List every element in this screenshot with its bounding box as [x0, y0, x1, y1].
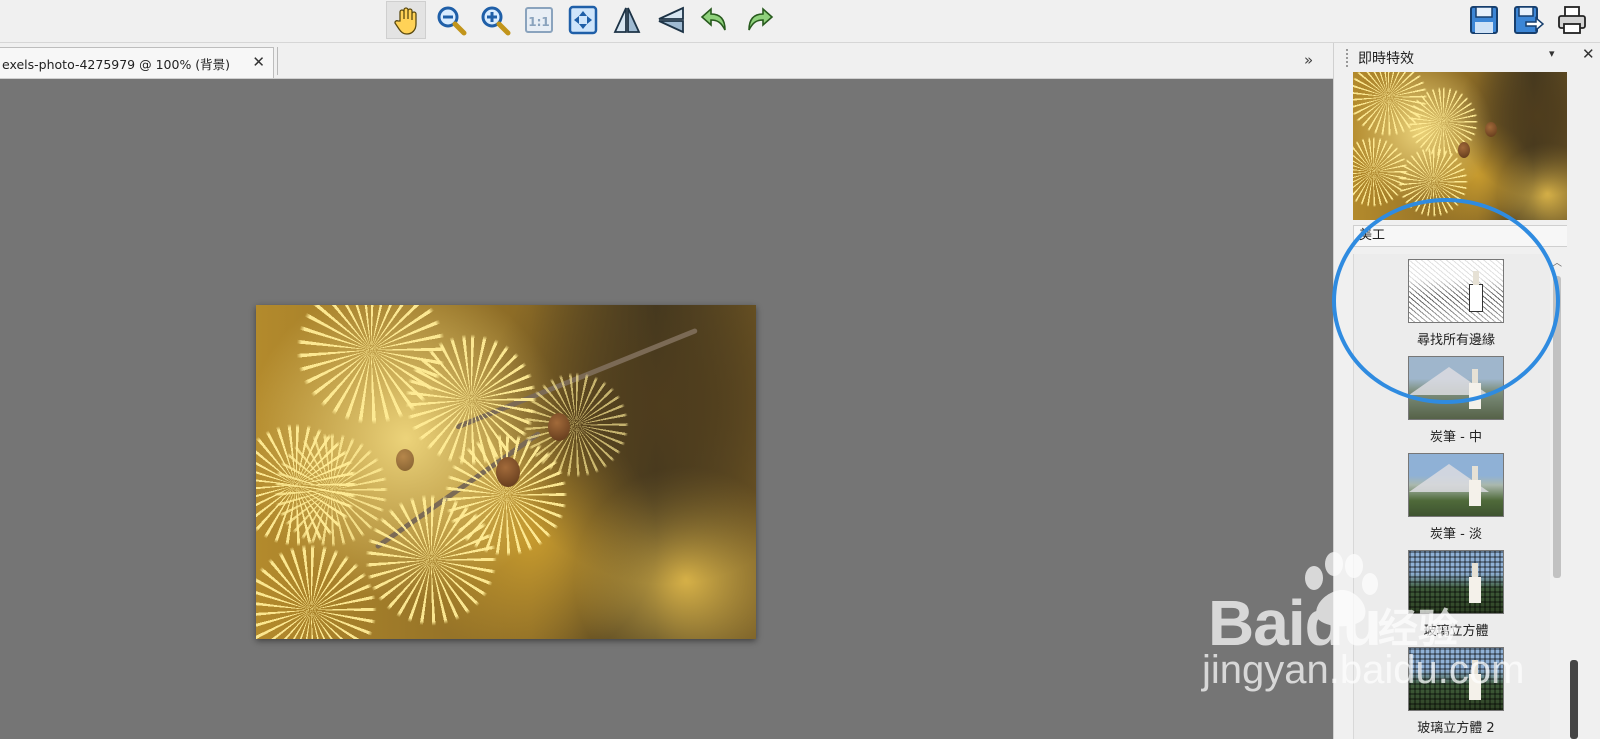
panel-close-icon[interactable]: ✕: [1582, 45, 1595, 63]
save-icon: [1470, 6, 1498, 34]
flip-vertical-button[interactable]: [651, 1, 691, 39]
tab-separator: [277, 47, 278, 75]
one-to-one-icon: 1:1: [525, 7, 553, 33]
panel-title: 即時特效: [1358, 51, 1414, 67]
hand-icon: [394, 7, 417, 35]
document-tab-label: exels-photo-4275979 @ 100% (背景): [2, 56, 231, 72]
watermark-url: jingyan.baidu.com: [1202, 648, 1525, 692]
close-icon[interactable]: ✕: [252, 53, 265, 71]
hand-tool-button[interactable]: [386, 1, 426, 39]
flip-horizontal-icon: [613, 7, 641, 33]
panel-menu-icon[interactable]: ▾: [1549, 47, 1555, 60]
zoom-in-icon: [481, 6, 511, 36]
effect-thumbnail: [1408, 453, 1504, 517]
effect-label: 炭筆 - 淡: [1430, 527, 1482, 542]
toolbar: 1:1: [0, 0, 1600, 43]
zoom-out-icon: [437, 6, 467, 36]
flip-horizontal-button[interactable]: [607, 1, 647, 39]
panel-grip[interactable]: [1346, 49, 1352, 67]
rotate-right-icon: [748, 7, 774, 31]
fit-window-button[interactable]: [563, 1, 603, 39]
rotate-left-icon: [700, 7, 726, 31]
document-tab[interactable]: exels-photo-4275979 @ 100% (背景) ✕: [0, 47, 274, 78]
effect-label: 炭筆 - 中: [1430, 430, 1482, 445]
watermark-brand: 经验: [1378, 606, 1458, 652]
tab-scroll-right-icon[interactable]: »: [1304, 51, 1313, 69]
actual-size-button[interactable]: 1:1: [519, 1, 559, 39]
rotate-right-button[interactable]: [739, 1, 779, 39]
larch-branch-photo[interactable]: [256, 305, 756, 639]
zoom-in-button[interactable]: [475, 1, 515, 39]
scrollbar-thumb[interactable]: [1570, 660, 1578, 739]
document-tab-strip: exels-photo-4275979 @ 100% (背景) ✕ »: [0, 43, 1333, 79]
effect-item[interactable]: 炭筆 - 淡: [1354, 448, 1558, 546]
svg-text:1:1: 1:1: [528, 15, 550, 29]
image-canvas[interactable]: [0, 79, 1333, 739]
annotation-circle: [1332, 198, 1560, 404]
flip-vertical-icon: [658, 6, 684, 34]
save-button[interactable]: [1464, 1, 1504, 39]
fit-window-icon: [568, 5, 598, 35]
zoom-out-button[interactable]: [431, 1, 471, 39]
effect-preview-image: [1353, 72, 1579, 220]
save-as-button[interactable]: [1508, 1, 1548, 39]
baidu-watermark: Baidu 经验 jingyan.baidu.com: [1200, 548, 1524, 738]
panel-scrollbar[interactable]: [1567, 43, 1581, 739]
save-as-icon: [1514, 6, 1544, 34]
print-button[interactable]: [1552, 1, 1592, 39]
print-icon: [1558, 6, 1586, 34]
rotate-left-button[interactable]: [695, 1, 735, 39]
